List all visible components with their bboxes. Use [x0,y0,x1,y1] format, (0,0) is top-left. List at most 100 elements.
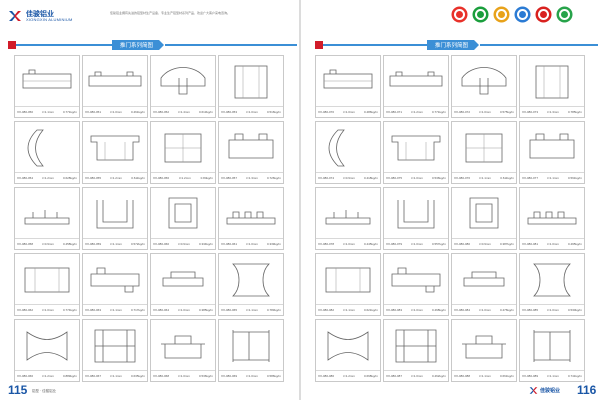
profile-thickness: t=1.1mm [246,308,258,312]
profile-thickness: t=1.0mm [411,308,423,312]
profile-info: XX-080-051 t=1.0mm 0.461kg/m [83,106,147,117]
profile-cell: XX-080-074 t=0.9mm 0.418kg/m [315,121,381,184]
profile-cell: XX-080-051 t=1.0mm 0.461kg/m [82,55,148,118]
profile-drawing [527,211,577,225]
profile-weight: 0.783kg/m [266,308,281,312]
profile-weight: 0.621kg/m [363,308,378,312]
profile-thickness: t=0.9mm [479,242,491,246]
profile-cell: XX-080-050 t=1.1mm 0.771kg/m [14,55,80,118]
profile-weight: 0.536kg/m [198,374,213,378]
profile-cell: XX-080-079 t=1.0mm 0.557kg/m [383,187,449,250]
profile-code: XX-080-056 [153,176,170,180]
quality-cert-badge-4-icon [514,6,531,23]
quality-cert-badge-5-icon [535,6,552,23]
profile-cell: XX-080-080 t=0.9mm 0.387kg/m [451,187,517,250]
profile-cell: XX-080-076 t=1.1mm 0.611kg/m [451,121,517,184]
profile-weight: 0.516kg/m [266,110,281,114]
profile-weight: 0.462kg/m [431,374,446,378]
profile-cell: XX-080-073 t=1.3mm 0.785kg/m [519,55,585,118]
profile-code: XX-080-075 [386,176,403,180]
profile-info: XX-080-052 t=1.4mm 0.613kg/m [151,106,215,117]
profile-cell: XX-080-066 t=1.2mm 0.889kg/m [14,319,80,382]
profile-thickness: t=1.0mm [411,176,423,180]
profile-cell: XX-080-063 t=1.1mm 0.717kg/m [82,253,148,316]
profile-cell: XX-080-070 t=1.0mm 0.486kg/m [315,55,381,118]
profile-code: XX-080-081 [522,242,539,246]
profile-weight: 0.586kg/m [266,374,281,378]
profile-code: XX-080-066 [17,374,34,378]
profile-cell: XX-080-069 t=1.0mm 0.586kg/m [218,319,284,382]
profile-info: XX-080-056 t=1.2mm 0.84kg/m [151,172,215,183]
profile-weight: 0.339kg/m [266,242,281,246]
profile-thickness: t=1.0mm [411,242,423,246]
profile-info: XX-080-062 t=1.0mm 0.774kg/m [15,304,79,315]
profile-drawing [90,267,140,293]
profile-thickness: t=1.0mm [479,308,491,312]
section-title: 推门系列简图 [427,40,480,50]
profile-weight: 0.628kg/m [62,176,77,180]
profile-cell: XX-080-088 t=1.1mm 0.661kg/m [451,319,517,382]
profile-code: XX-080-077 [522,176,539,180]
profile-code: XX-080-068 [153,374,170,378]
profile-weight: 0.889kg/m [62,374,77,378]
profile-weight: 0.771kg/m [62,110,77,114]
profile-drawing [325,210,371,225]
profile-code: XX-080-088 [454,374,471,378]
profile-thickness: t=0.9mm [178,242,190,246]
profile-thickness: t=1.0mm [547,242,559,246]
profile-drawing [228,133,274,159]
profile-code: XX-080-078 [318,242,335,246]
profile-code: XX-080-050 [17,110,34,114]
profile-cell: XX-080-077 t=1.1mm 0.591kg/m [519,121,585,184]
profile-drawing [328,129,345,167]
profile-thickness: t=1.0mm [411,374,423,378]
profile-weight: 0.476kg/m [499,308,514,312]
profile-code: XX-080-067 [85,374,102,378]
profile-drawing [533,330,571,362]
profile-cell: XX-080-065 t=1.1mm 0.783kg/m [218,253,284,316]
profile-info: XX-080-055 t=1.2mm 0.611kg/m [83,172,147,183]
profile-weight: 0.530kg/m [567,308,582,312]
profile-thickness: t=1.3mm [246,176,258,180]
profile-code: XX-080-086 [318,374,335,378]
profile-weight: 0.591kg/m [567,176,582,180]
profile-code: XX-080-055 [85,176,102,180]
profile-info: XX-080-085 t=1.0mm 0.530kg/m [520,304,584,315]
profile-cell: XX-080-083 t=1.0mm 0.468kg/m [383,253,449,316]
profile-cell: XX-080-052 t=1.4mm 0.613kg/m [150,55,216,118]
quality-cert-badge-2-icon [472,6,489,23]
profile-weight: 0.661kg/m [499,374,514,378]
profile-drawing [469,197,499,229]
profile-thickness: t=1.1mm [479,176,491,180]
profile-info: XX-080-061 t=1.0mm 0.339kg/m [219,238,283,249]
profile-cell: XX-080-061 t=1.0mm 0.339kg/m [218,187,284,250]
profile-cell: XX-080-060 t=0.9mm 0.334kg/m [150,187,216,250]
profile-cell: XX-080-062 t=1.0mm 0.774kg/m [14,253,80,316]
profile-info: XX-080-063 t=1.1mm 0.717kg/m [83,304,147,315]
profile-drawing [22,69,72,89]
section-title: 推门系列简图 [112,40,165,50]
profile-drawing [24,267,70,293]
profile-thickness: t=1.1mm [42,110,54,114]
profile-drawing [533,263,571,297]
profile-info: XX-080-069 t=1.0mm 0.586kg/m [219,370,283,381]
profile-cell: XX-080-082 t=1.1mm 0.621kg/m [315,253,381,316]
profile-drawing [391,135,441,161]
profile-code: XX-080-079 [386,242,403,246]
profile-info: XX-080-078 t=1.0mm 0.445kg/m [316,238,380,249]
profile-grid-left: XX-080-050 t=1.1mm 0.771kg/m XX-080-051 t=1.… [14,55,284,382]
profile-cell: XX-080-084 t=1.0mm 0.476kg/m [451,253,517,316]
profile-cell: XX-080-075 t=1.0mm 0.536kg/m [383,121,449,184]
profile-thickness: t=1.0mm [246,374,258,378]
profile-drawing [395,329,437,363]
profile-info: XX-080-057 t=1.3mm 0.726kg/m [219,172,283,183]
profile-weight: 0.486kg/m [363,110,378,114]
profile-code: XX-080-058 [17,242,34,246]
profile-thickness: t=1.2mm [110,176,122,180]
profile-info: XX-080-079 t=1.0mm 0.557kg/m [384,238,448,249]
section-cap [315,41,323,49]
profile-cell: XX-080-067 t=1.1mm 0.635kg/m [82,319,148,382]
profile-drawing [325,267,371,293]
profile-code: XX-080-083 [386,308,403,312]
profile-cell: XX-080-071 t=1.2mm 0.771kg/m [383,55,449,118]
